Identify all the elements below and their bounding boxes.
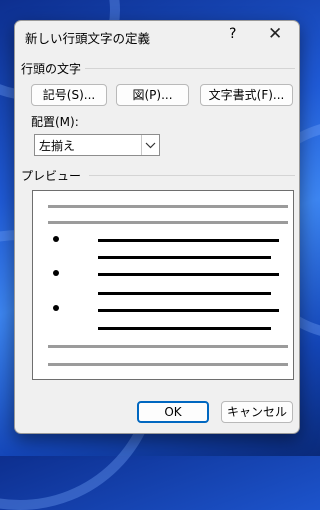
alignment-select[interactable]: 左揃え — [34, 134, 160, 156]
cancel-button[interactable]: キャンセル — [221, 401, 293, 423]
preview-gray-line — [48, 345, 288, 348]
preview-text-line — [98, 292, 271, 295]
group-divider — [89, 175, 295, 176]
preview-text-line — [98, 239, 279, 242]
preview-label: プレビュー — [21, 169, 82, 183]
alignment-label: 配置(M): — [31, 115, 79, 129]
help-button[interactable]: ? — [229, 26, 236, 42]
preview-box — [32, 190, 294, 380]
preview-gray-line — [48, 221, 288, 224]
preview-text-line — [98, 309, 279, 312]
dropdown-button[interactable] — [141, 135, 159, 155]
preview-gray-line — [48, 205, 288, 208]
bullet-dot — [53, 236, 59, 242]
bullet-dot — [53, 270, 59, 276]
chevron-down-icon — [145, 142, 156, 149]
define-bullet-dialog: 新しい行頭文字の定義 ? ✕ 行頭の文字 記号(S)... 図(P)... 文字… — [14, 20, 300, 434]
close-icon[interactable]: ✕ — [268, 24, 282, 44]
symbol-button[interactable]: 記号(S)... — [31, 84, 107, 106]
preview-text-line — [98, 273, 279, 276]
group-divider — [85, 68, 295, 69]
preview-text-line — [98, 256, 271, 259]
ok-button[interactable]: OK — [137, 401, 209, 423]
bullet-dot — [53, 305, 59, 311]
picture-button[interactable]: 図(P)... — [116, 84, 189, 106]
preview-text-line — [98, 327, 271, 330]
preview-gray-line — [48, 363, 288, 366]
font-button[interactable]: 文字書式(F)... — [200, 84, 293, 106]
bullet-group-label: 行頭の文字 — [21, 62, 82, 76]
dialog-title: 新しい行頭文字の定義 — [25, 31, 151, 46]
alignment-value: 左揃え — [39, 139, 76, 153]
title-bar: 新しい行頭文字の定義 ? ✕ — [15, 21, 299, 51]
